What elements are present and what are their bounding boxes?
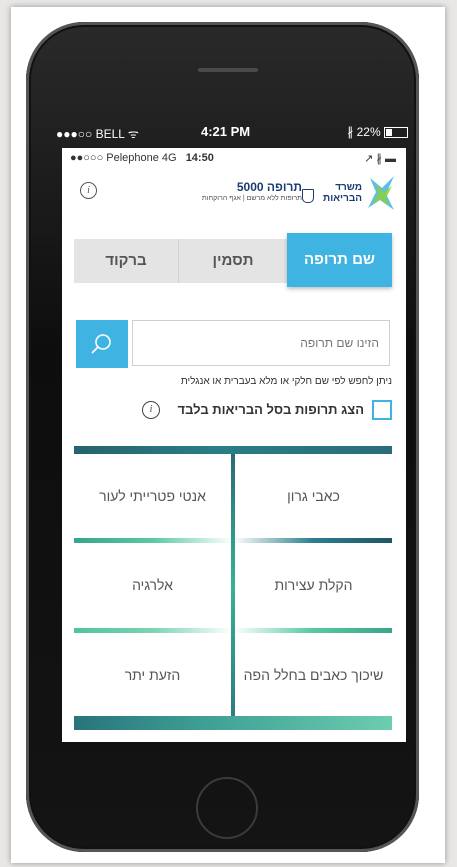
bluetooth-icon: ∦ (347, 125, 357, 139)
symptom-sore-throat[interactable]: כאבי גרון (235, 454, 392, 538)
info-icon[interactable]: i (80, 182, 97, 199)
grid-bar-top (74, 446, 392, 454)
app-subtitle: תרופות ללא מרשם | אגף הרוקחות (201, 195, 302, 202)
symptom-label: אלרגיה (132, 577, 173, 593)
symptom-antifungal-skin[interactable]: אנטי פטרייתי לעור (74, 454, 231, 538)
search-button[interactable] (76, 320, 128, 368)
symptom-label: הקלת עצירות (274, 577, 353, 593)
home-button[interactable] (196, 777, 258, 839)
symptom-label: אנטי פטרייתי לעור (99, 488, 206, 504)
health-basket-checkbox[interactable] (372, 400, 392, 420)
search-row (76, 320, 392, 368)
search-input[interactable] (132, 320, 390, 366)
speaker-grille (198, 68, 258, 72)
symptom-mouth-pain[interactable]: שיכוך כאבים בחלל הפה (235, 633, 392, 717)
inner-battery-icon: ↗ ∦ ▬ (364, 153, 396, 165)
search-hint: ניתן לחפש לפי שם חלקי או מלא בעברית או א… (180, 376, 392, 387)
grid-bar-bottom (74, 716, 392, 730)
tab-drug-name[interactable]: שם תרופה (287, 233, 392, 287)
search-mode-tabs: ברקוד תסמין שם תרופה (74, 233, 392, 287)
app-title: תרופה 5000 תרופות ללא מרשם | אגף הרוקחות (162, 180, 302, 202)
status-time: 4:21 PM (201, 124, 251, 139)
device-status-bar: ●●●○○ BELL ᯤ 4:21 PM ∦ 22% (56, 119, 412, 145)
symptom-hyperhidrosis[interactable]: הזעת יתר (74, 633, 231, 717)
inner-carrier: ●●○○○ Pelephone 4G (70, 152, 177, 164)
symptom-grid: כאבי גרון אנטי פטרייתי לעור הקלת עצירות … (74, 446, 392, 730)
ministry-name: משרד הבריאות (323, 182, 362, 204)
filter-info-icon[interactable]: i (142, 401, 160, 419)
battery-percent: 22% (356, 125, 381, 139)
symptom-label: הזעת יתר (124, 667, 181, 683)
app-header: i תרופה 5000 תרופות ללא מרשם | אגף הרוקח… (62, 168, 406, 226)
star-logo-icon (368, 176, 394, 210)
app-screen: ●●○○○ Pelephone 4G 14:50 ↗ ∦ ▬ i תרופה 5… (62, 148, 406, 742)
inner-time: 14:50 (185, 152, 214, 164)
carrier-label: ●●●○○ BELL (56, 127, 125, 141)
tab-barcode[interactable]: ברקוד (74, 239, 178, 283)
ministry-logo: משרד הבריאות (300, 174, 396, 218)
health-basket-label: הצג תרופות בסל הבריאות בלבד (177, 402, 364, 417)
search-icon (91, 334, 111, 354)
symptom-label: שיכוך כאבים בחלל הפה (243, 667, 384, 683)
filter-row: הצג תרופות בסל הבריאות בלבד i (76, 400, 392, 424)
symptom-allergy[interactable]: אלרגיה (74, 543, 231, 627)
symptom-label: כאבי גרון (287, 488, 340, 504)
battery-icon (384, 127, 408, 139)
tab-symptom[interactable]: תסמין (178, 239, 287, 283)
inner-status-bar: ●●○○○ Pelephone 4G 14:50 ↗ ∦ ▬ (62, 148, 406, 168)
wifi-icon: ᯤ (127, 127, 139, 141)
menorah-emblem-icon (302, 189, 314, 203)
symptom-constipation[interactable]: הקלת עצירות (235, 543, 392, 627)
app-name: תרופה 5000 (236, 180, 302, 194)
